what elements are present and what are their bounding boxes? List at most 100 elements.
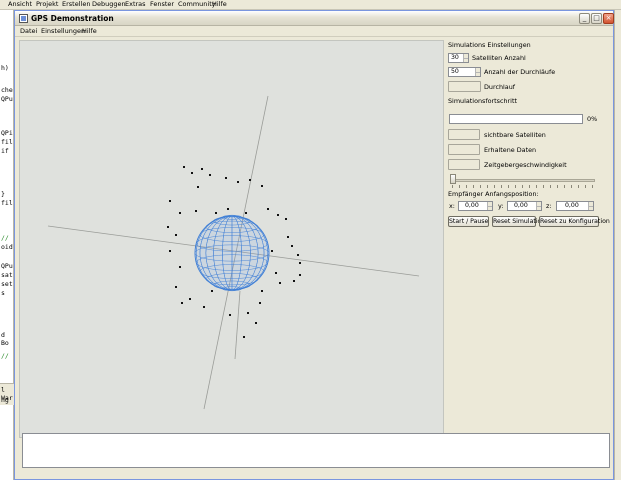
reset-simulation-button[interactable]: Reset Simulation xyxy=(492,216,545,227)
title-bar[interactable]: GPS Demonstration _ □ × xyxy=(15,11,614,26)
ide-menu-community[interactable]: Community xyxy=(178,0,216,9)
ide-code-line: QPu xyxy=(1,95,13,103)
wireframe-globe xyxy=(194,214,270,292)
ide-code-line: if xyxy=(1,147,9,155)
satellite-point xyxy=(261,290,263,292)
minimize-icon[interactable]: _ xyxy=(579,13,590,24)
run-label: Durchlauf xyxy=(484,83,516,91)
satellite-point xyxy=(189,298,191,300)
output-text-area[interactable] xyxy=(22,433,610,468)
slider-ticks xyxy=(452,185,595,188)
receiver-title: Empfänger Anfangsposition: xyxy=(448,190,539,198)
ide-menu-erstellen[interactable]: Erstellen xyxy=(62,0,90,9)
x-spinbox[interactable]: 0,00 xyxy=(458,201,493,211)
ide-code-line: } xyxy=(1,190,5,198)
satellite-point xyxy=(243,336,245,338)
close-icon[interactable]: × xyxy=(603,13,614,24)
ide-code-line: QPi xyxy=(1,129,13,137)
satellite-point xyxy=(247,312,249,314)
ide-code-line: h) xyxy=(1,64,9,72)
spin-arrows-icon[interactable] xyxy=(475,68,480,76)
start-pause-button[interactable]: Start / Pause xyxy=(448,216,489,227)
satellite-point xyxy=(225,177,227,179)
received-data-display xyxy=(448,144,480,155)
ide-menu-extras[interactable]: Extras xyxy=(125,0,146,9)
satellite-point xyxy=(277,214,279,216)
received-data-label: Erhaltene Daten xyxy=(484,146,537,154)
reset-config-button[interactable]: Reset zu Konfiguration xyxy=(539,216,610,227)
spin-arrows-icon[interactable] xyxy=(487,202,492,210)
satellite-point xyxy=(267,208,269,210)
window-title: GPS Demonstration xyxy=(31,14,114,23)
satellite-point xyxy=(285,218,287,220)
ide-scrollbar[interactable] xyxy=(614,10,621,480)
visible-sats-display xyxy=(448,129,480,140)
ide-menu-ansicht[interactable]: Ansicht xyxy=(8,0,32,9)
time-speed-display xyxy=(448,159,480,170)
satellite-point xyxy=(299,274,301,276)
progress-bar xyxy=(449,114,583,124)
time-speed-slider-handle[interactable] xyxy=(450,174,456,184)
ide-code-line: s xyxy=(1,289,5,297)
x-value: 0,00 xyxy=(465,202,479,209)
satellites-spinbox[interactable]: 30 xyxy=(448,53,469,63)
ide-menu-projekt[interactable]: Projekt xyxy=(36,0,58,9)
menu-einstellungen[interactable]: Einstellungen xyxy=(41,26,85,36)
ide-code-line: che xyxy=(1,86,13,94)
satellite-point xyxy=(249,179,251,181)
ide-code-line: // xyxy=(1,234,9,242)
satellite-point xyxy=(169,200,171,202)
ide-output-tab[interactable]: l War ng xyxy=(0,383,14,405)
maximize-icon[interactable]: □ xyxy=(591,13,602,24)
spin-arrows-icon[interactable] xyxy=(536,202,541,210)
satellite-point xyxy=(259,302,261,304)
ide-code-line: d Bo xyxy=(1,331,9,347)
satellite-point xyxy=(279,282,281,284)
control-panel: Simulations Einstellungen 30 Satelliten … xyxy=(448,40,611,438)
satellite-point xyxy=(175,234,177,236)
ide-code-line: oid xyxy=(1,243,13,251)
menu-bar: Datei Einstellungen Hilfe xyxy=(15,26,613,37)
ide-menubar: Ansicht Projekt Erstellen Debuggen Extra… xyxy=(0,0,621,10)
y-value: 0,00 xyxy=(514,202,528,209)
y-label: y: xyxy=(498,202,504,210)
satellite-point xyxy=(175,286,177,288)
3d-viewport[interactable] xyxy=(19,40,444,438)
z-value: 0,00 xyxy=(565,202,579,209)
spin-arrows-icon[interactable] xyxy=(588,202,593,210)
satellite-point xyxy=(245,212,247,214)
ide-code-editor[interactable]: h) che QPu QPi fil if } fil // oid QPu s… xyxy=(0,10,14,480)
satellite-point xyxy=(261,185,263,187)
spin-arrows-icon[interactable] xyxy=(463,54,468,62)
satellite-point xyxy=(215,212,217,214)
satellite-point xyxy=(191,172,193,174)
x-label: x: xyxy=(449,202,455,210)
runs-value: 50 xyxy=(451,68,459,75)
ide-menu-fenster[interactable]: Fenster xyxy=(150,0,174,9)
satellite-point xyxy=(211,290,213,292)
satellite-point xyxy=(227,208,229,210)
y-spinbox[interactable]: 0,00 xyxy=(507,201,542,211)
menu-datei[interactable]: Datei xyxy=(20,26,37,36)
satellite-point xyxy=(195,210,197,212)
satellite-point xyxy=(179,212,181,214)
menu-hilfe[interactable]: Hilfe xyxy=(82,26,97,36)
satellite-point xyxy=(287,236,289,238)
time-speed-slider-track[interactable] xyxy=(452,179,595,182)
ide-tab-label: ng xyxy=(1,396,9,404)
sim-settings-title: Simulations Einstellungen xyxy=(448,41,531,49)
ide-menu-debuggen[interactable]: Debuggen xyxy=(92,0,126,9)
progress-percent: 0% xyxy=(587,115,598,123)
ide-code-line: sat xyxy=(1,271,13,279)
satellite-point xyxy=(209,174,211,176)
satellite-point xyxy=(271,250,273,252)
runs-spinbox[interactable]: 50 xyxy=(448,67,481,77)
z-axis-line xyxy=(234,290,241,360)
satellite-point xyxy=(237,181,239,183)
satellite-point xyxy=(297,254,299,256)
z-spinbox[interactable]: 0,00 xyxy=(556,201,594,211)
globe-scene xyxy=(47,95,420,410)
satellite-point xyxy=(169,250,171,252)
ide-menu-hilfe[interactable]: Hilfe xyxy=(212,0,227,9)
gps-window: GPS Demonstration _ □ × Datei Einstellun… xyxy=(14,10,614,480)
